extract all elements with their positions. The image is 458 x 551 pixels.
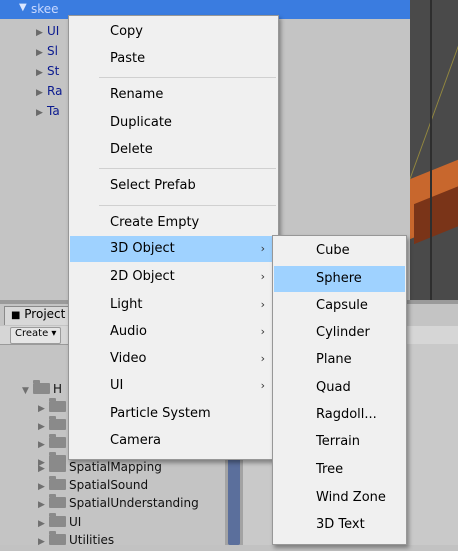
folder-row[interactable]: ▶ Utilities bbox=[38, 531, 114, 551]
folder-row[interactable]: ▶ SpatialUnderstanding bbox=[38, 494, 199, 514]
menu-item-cylinder[interactable]: Cylinder bbox=[274, 320, 405, 346]
menu-item-plane[interactable]: Plane bbox=[274, 347, 405, 373]
context-menu: Copy Paste Rename Duplicate Delete Selec… bbox=[68, 15, 279, 460]
collapse-triangle-icon[interactable]: ▶ bbox=[36, 88, 47, 98]
menu-item-select-prefab[interactable]: Select Prefab bbox=[70, 173, 277, 199]
collapse-triangle-icon[interactable]: ▶ bbox=[38, 537, 49, 547]
tab-project[interactable]: ■ Project bbox=[4, 306, 73, 325]
hierarchy-row-label: Sl bbox=[47, 44, 58, 58]
menu-item-ragdoll[interactable]: Ragdoll... bbox=[274, 402, 405, 428]
collapse-triangle-icon[interactable]: ▶ bbox=[38, 404, 49, 414]
folder-icon bbox=[49, 416, 66, 430]
submenu-arrow-icon: › bbox=[260, 352, 265, 365]
scene-view[interactable] bbox=[410, 0, 458, 300]
folder-label: SpatialSound bbox=[69, 478, 149, 492]
scene-gizmo-line bbox=[410, 0, 458, 300]
collapse-triangle-icon[interactable]: ▶ bbox=[38, 482, 49, 492]
folder-icon bbox=[33, 380, 50, 394]
folder-label: SpatialUnderstanding bbox=[69, 496, 199, 510]
menu-item-light[interactable]: Light › bbox=[70, 292, 277, 318]
scene-divider bbox=[430, 0, 432, 300]
menu-item-duplicate[interactable]: Duplicate bbox=[70, 110, 277, 136]
hierarchy-row-label: Ta bbox=[47, 104, 60, 118]
tab-project-label: Project bbox=[24, 307, 66, 321]
menu-item-terrain[interactable]: Terrain bbox=[274, 429, 405, 455]
submenu-arrow-icon: › bbox=[260, 325, 265, 338]
folder-icon bbox=[49, 494, 66, 508]
collapse-triangle-icon[interactable]: ▶ bbox=[36, 68, 47, 78]
menu-item-paste[interactable]: Paste bbox=[70, 46, 277, 72]
hierarchy-row-label: Ra bbox=[47, 84, 63, 98]
hierarchy-row-label: UI bbox=[47, 24, 60, 38]
menu-separator bbox=[99, 168, 276, 169]
collapse-triangle-icon[interactable]: ▶ bbox=[38, 464, 49, 474]
menu-item-copy[interactable]: Copy bbox=[70, 19, 277, 45]
hierarchy-selected-label: skee bbox=[31, 2, 59, 16]
menu-item-cube[interactable]: Cube bbox=[274, 238, 405, 264]
menu-item-label: 3D Object bbox=[110, 241, 175, 256]
menu-item-tree[interactable]: Tree bbox=[274, 457, 405, 483]
folder-icon bbox=[49, 434, 66, 448]
hierarchy-row[interactable]: ▶ UI bbox=[36, 24, 59, 42]
expand-triangle-icon[interactable]: ▼ bbox=[22, 386, 33, 396]
folder-row[interactable]: ▶ SpatialMapping bbox=[38, 458, 162, 478]
menu-item-label: UI bbox=[110, 378, 124, 393]
menu-item-label: 2D Object bbox=[110, 269, 175, 284]
collapse-triangle-icon[interactable]: ▶ bbox=[38, 422, 49, 432]
menu-item-3d-object[interactable]: 3D Object › bbox=[70, 236, 277, 262]
folder-icon bbox=[49, 476, 66, 490]
menu-item-2d-object[interactable]: 2D Object › bbox=[70, 264, 277, 290]
hierarchy-row[interactable]: ▶ Ra bbox=[36, 84, 62, 102]
folder-label: H bbox=[53, 382, 63, 396]
menu-item-sphere[interactable]: Sphere bbox=[274, 266, 405, 292]
collapse-triangle-icon[interactable]: ▶ bbox=[38, 500, 49, 510]
menu-item-capsule[interactable]: Capsule bbox=[274, 293, 405, 319]
folder-label: SpatialMapping bbox=[69, 460, 162, 474]
hierarchy-row[interactable]: ▶ Sl bbox=[36, 44, 58, 62]
folder-row[interactable]: ▼ H bbox=[22, 380, 63, 400]
menu-item-ui[interactable]: UI › bbox=[70, 373, 277, 399]
folder-row[interactable]: ▶ UI bbox=[38, 513, 82, 533]
create-dropdown-button[interactable]: Create ▾ bbox=[10, 327, 62, 344]
menu-item-particle-system[interactable]: Particle System bbox=[70, 401, 277, 427]
hierarchy-row[interactable]: ▶ St bbox=[36, 64, 59, 82]
menu-separator bbox=[99, 205, 276, 206]
folder-icon bbox=[49, 398, 66, 412]
submenu-arrow-icon: › bbox=[260, 242, 265, 255]
submenu-3d-object: Cube Sphere Capsule Cylinder Plane Quad … bbox=[272, 235, 407, 545]
submenu-arrow-icon: › bbox=[260, 270, 265, 283]
menu-item-label: Light bbox=[110, 297, 143, 312]
folder-icon bbox=[49, 513, 66, 527]
collapse-triangle-icon[interactable]: ▶ bbox=[36, 108, 47, 118]
menu-item-label: Audio bbox=[110, 324, 147, 339]
menu-item-label: Video bbox=[110, 351, 147, 366]
collapse-triangle-icon[interactable]: ▶ bbox=[36, 48, 47, 58]
menu-separator bbox=[99, 77, 276, 78]
folder-label: UI bbox=[69, 515, 82, 529]
folder-icon bbox=[49, 531, 66, 545]
menu-item-rename[interactable]: Rename bbox=[70, 82, 277, 108]
collapse-triangle-icon[interactable]: ▶ bbox=[36, 28, 47, 38]
hierarchy-row-label: St bbox=[47, 64, 60, 78]
menu-item-audio[interactable]: Audio › bbox=[70, 319, 277, 345]
menu-item-camera[interactable]: Camera bbox=[70, 428, 277, 454]
menu-item-delete[interactable]: Delete bbox=[70, 137, 277, 163]
menu-item-quad[interactable]: Quad bbox=[274, 375, 405, 401]
collapse-triangle-icon[interactable]: ▶ bbox=[38, 440, 49, 450]
folder-icon bbox=[49, 458, 66, 472]
hierarchy-row[interactable]: ▶ Ta bbox=[36, 104, 60, 122]
collapse-triangle-icon[interactable]: ▶ bbox=[38, 519, 49, 529]
menu-item-video[interactable]: Video › bbox=[70, 346, 277, 372]
folder-icon: ■ bbox=[11, 310, 21, 321]
menu-item-wind-zone[interactable]: Wind Zone bbox=[274, 485, 405, 511]
submenu-arrow-icon: › bbox=[260, 298, 265, 311]
menu-item-3d-text[interactable]: 3D Text bbox=[274, 512, 405, 538]
submenu-arrow-icon: › bbox=[260, 379, 265, 392]
menu-item-create-empty[interactable]: Create Empty bbox=[70, 210, 277, 236]
expand-triangle-icon[interactable]: ▼ bbox=[19, 2, 27, 13]
